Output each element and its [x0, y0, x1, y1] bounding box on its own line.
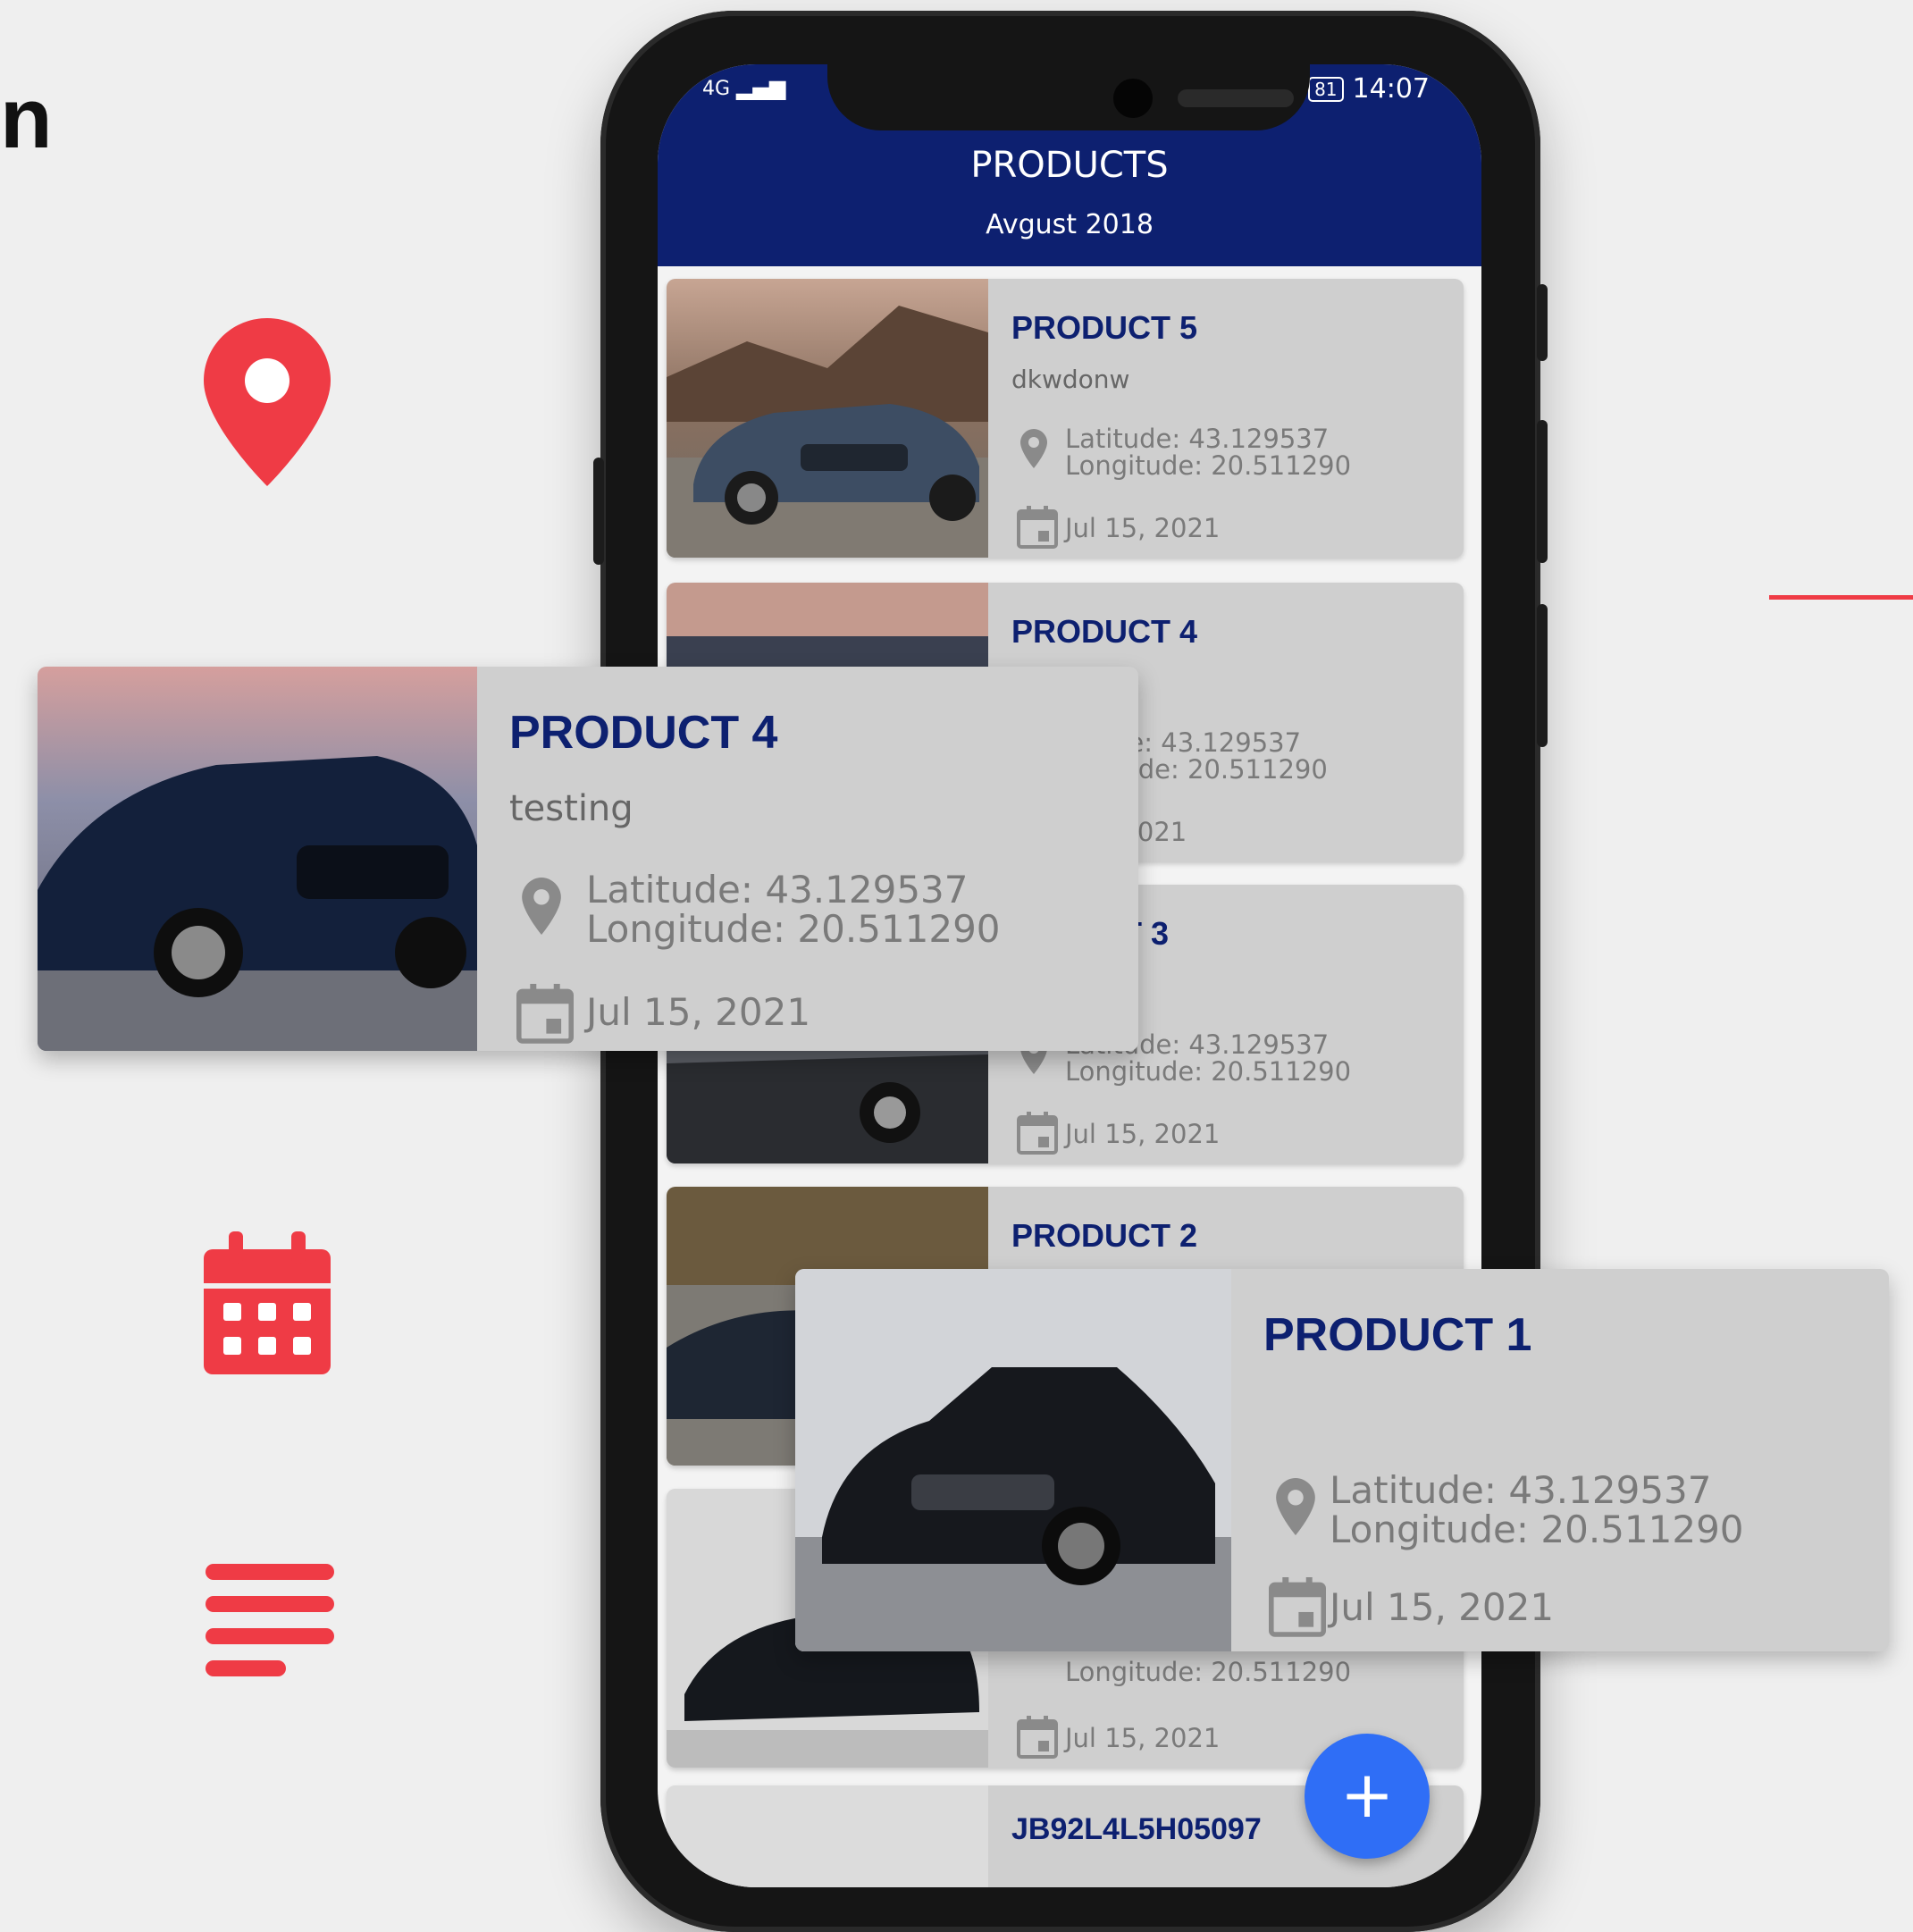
signal-bars-icon: ▂▄▆ [736, 75, 786, 100]
product-info: PRODUCT 4 testing Latitude: 43.129537 Lo… [477, 667, 1138, 1051]
product-title: JB92L4L5H05097 [1011, 1812, 1262, 1846]
product-description: testing [509, 788, 633, 829]
product-coordinates: Longitude: 20.511290 [1065, 1657, 1352, 1687]
status-time: 14:07 [1352, 73, 1430, 105]
product-coordinates: Latitude: 43.129537 Longitude: 20.511290 [1330, 1468, 1744, 1552]
product-longitude: Longitude: 20.511290 [1065, 1657, 1352, 1687]
phone-left-button [593, 458, 604, 565]
location-pin-icon [204, 318, 331, 486]
product-info: PRODUCT 1 Latitude: 43.129537 Longitude:… [1231, 1269, 1889, 1651]
product-date: Jul 15, 2021 [1065, 1723, 1221, 1753]
earpiece-speaker [1178, 89, 1294, 107]
product-card[interactable]: PRODUCT 5 dkwdonw Latitude: 43.129537 Lo… [667, 279, 1464, 558]
phone-volume-up [1537, 420, 1548, 563]
text-lines-icon [206, 1564, 334, 1676]
accent-line [1769, 595, 1913, 600]
product-coordinates: Latitude: 43.129537 Longitude: 20.511290 [1065, 425, 1351, 480]
status-right: 81 14:07 [1308, 73, 1430, 105]
product-latitude: Latitude: 43.129537 [1330, 1468, 1712, 1512]
product-card-enlarged[interactable]: PRODUCT 1 Latitude: 43.129537 Longitude:… [795, 1269, 1889, 1651]
product-card-enlarged[interactable]: PRODUCT 4 testing Latitude: 43.129537 Lo… [38, 667, 1138, 1051]
calendar-icon [204, 1231, 331, 1374]
product-photo [795, 1269, 1231, 1651]
product-date: Jul 15, 2021 [1065, 1119, 1221, 1149]
product-coordinates: de: 43.129537 tude: 20.511290 [1112, 729, 1328, 784]
phone-notch [827, 64, 1310, 130]
heading-fragment: n [0, 71, 53, 166]
product-title: PRODUCT 2 [1011, 1217, 1198, 1254]
product-latitude-fragment: de: 43.129537 [1112, 727, 1302, 758]
product-latitude: Latitude: 43.129537 [1065, 424, 1330, 454]
app-subtitle: Avgust 2018 [986, 209, 1154, 240]
product-title: PRODUCT 4 [509, 707, 778, 759]
product-description: dkwdonw [1011, 365, 1130, 394]
product-longitude-fragment: tude: 20.511290 [1112, 754, 1328, 785]
product-date: Jul 15, 2021 [586, 990, 811, 1034]
network-label: 4G [702, 78, 731, 100]
product-title: PRODUCT 4 [1011, 613, 1198, 650]
product-longitude: Longitude: 20.511290 [586, 907, 1001, 952]
calendar-icon [516, 984, 574, 1044]
product-photo [667, 1785, 988, 1887]
product-date: Jul 15, 2021 [1330, 1585, 1555, 1629]
calendar-icon [1269, 1577, 1326, 1637]
product-photo [667, 279, 988, 558]
front-camera [1113, 79, 1153, 118]
location-icon [1020, 429, 1047, 468]
add-product-button[interactable]: + [1305, 1734, 1430, 1859]
calendar-icon [1017, 506, 1058, 549]
product-title: PRODUCT 5 [1011, 309, 1198, 346]
product-photo [38, 667, 477, 1051]
product-info: PRODUCT 5 dkwdonw Latitude: 43.129537 Lo… [988, 279, 1464, 558]
product-longitude: Longitude: 20.511290 [1330, 1508, 1744, 1552]
location-icon [1276, 1478, 1315, 1535]
calendar-icon [1017, 1716, 1058, 1759]
product-longitude: Longitude: 20.511290 [1065, 1056, 1352, 1088]
product-coordinates: Latitude: 43.129537 Longitude: 20.511290 [586, 868, 1001, 952]
phone-volume-down [1537, 604, 1548, 747]
product-longitude: Longitude: 20.511290 [1065, 450, 1352, 482]
phone-side-button [1537, 284, 1548, 361]
product-date: Jul 15, 2021 [1065, 513, 1221, 543]
calendar-icon [1017, 1112, 1058, 1155]
battery-icon: 81 [1308, 76, 1344, 102]
signal-indicator: 4G ▂▄▆ [702, 75, 785, 100]
product-title: PRODUCT 1 [1263, 1309, 1532, 1361]
product-latitude: Latitude: 43.129537 [586, 868, 969, 911]
app-title: PRODUCTS [970, 145, 1169, 186]
location-icon [522, 878, 561, 935]
